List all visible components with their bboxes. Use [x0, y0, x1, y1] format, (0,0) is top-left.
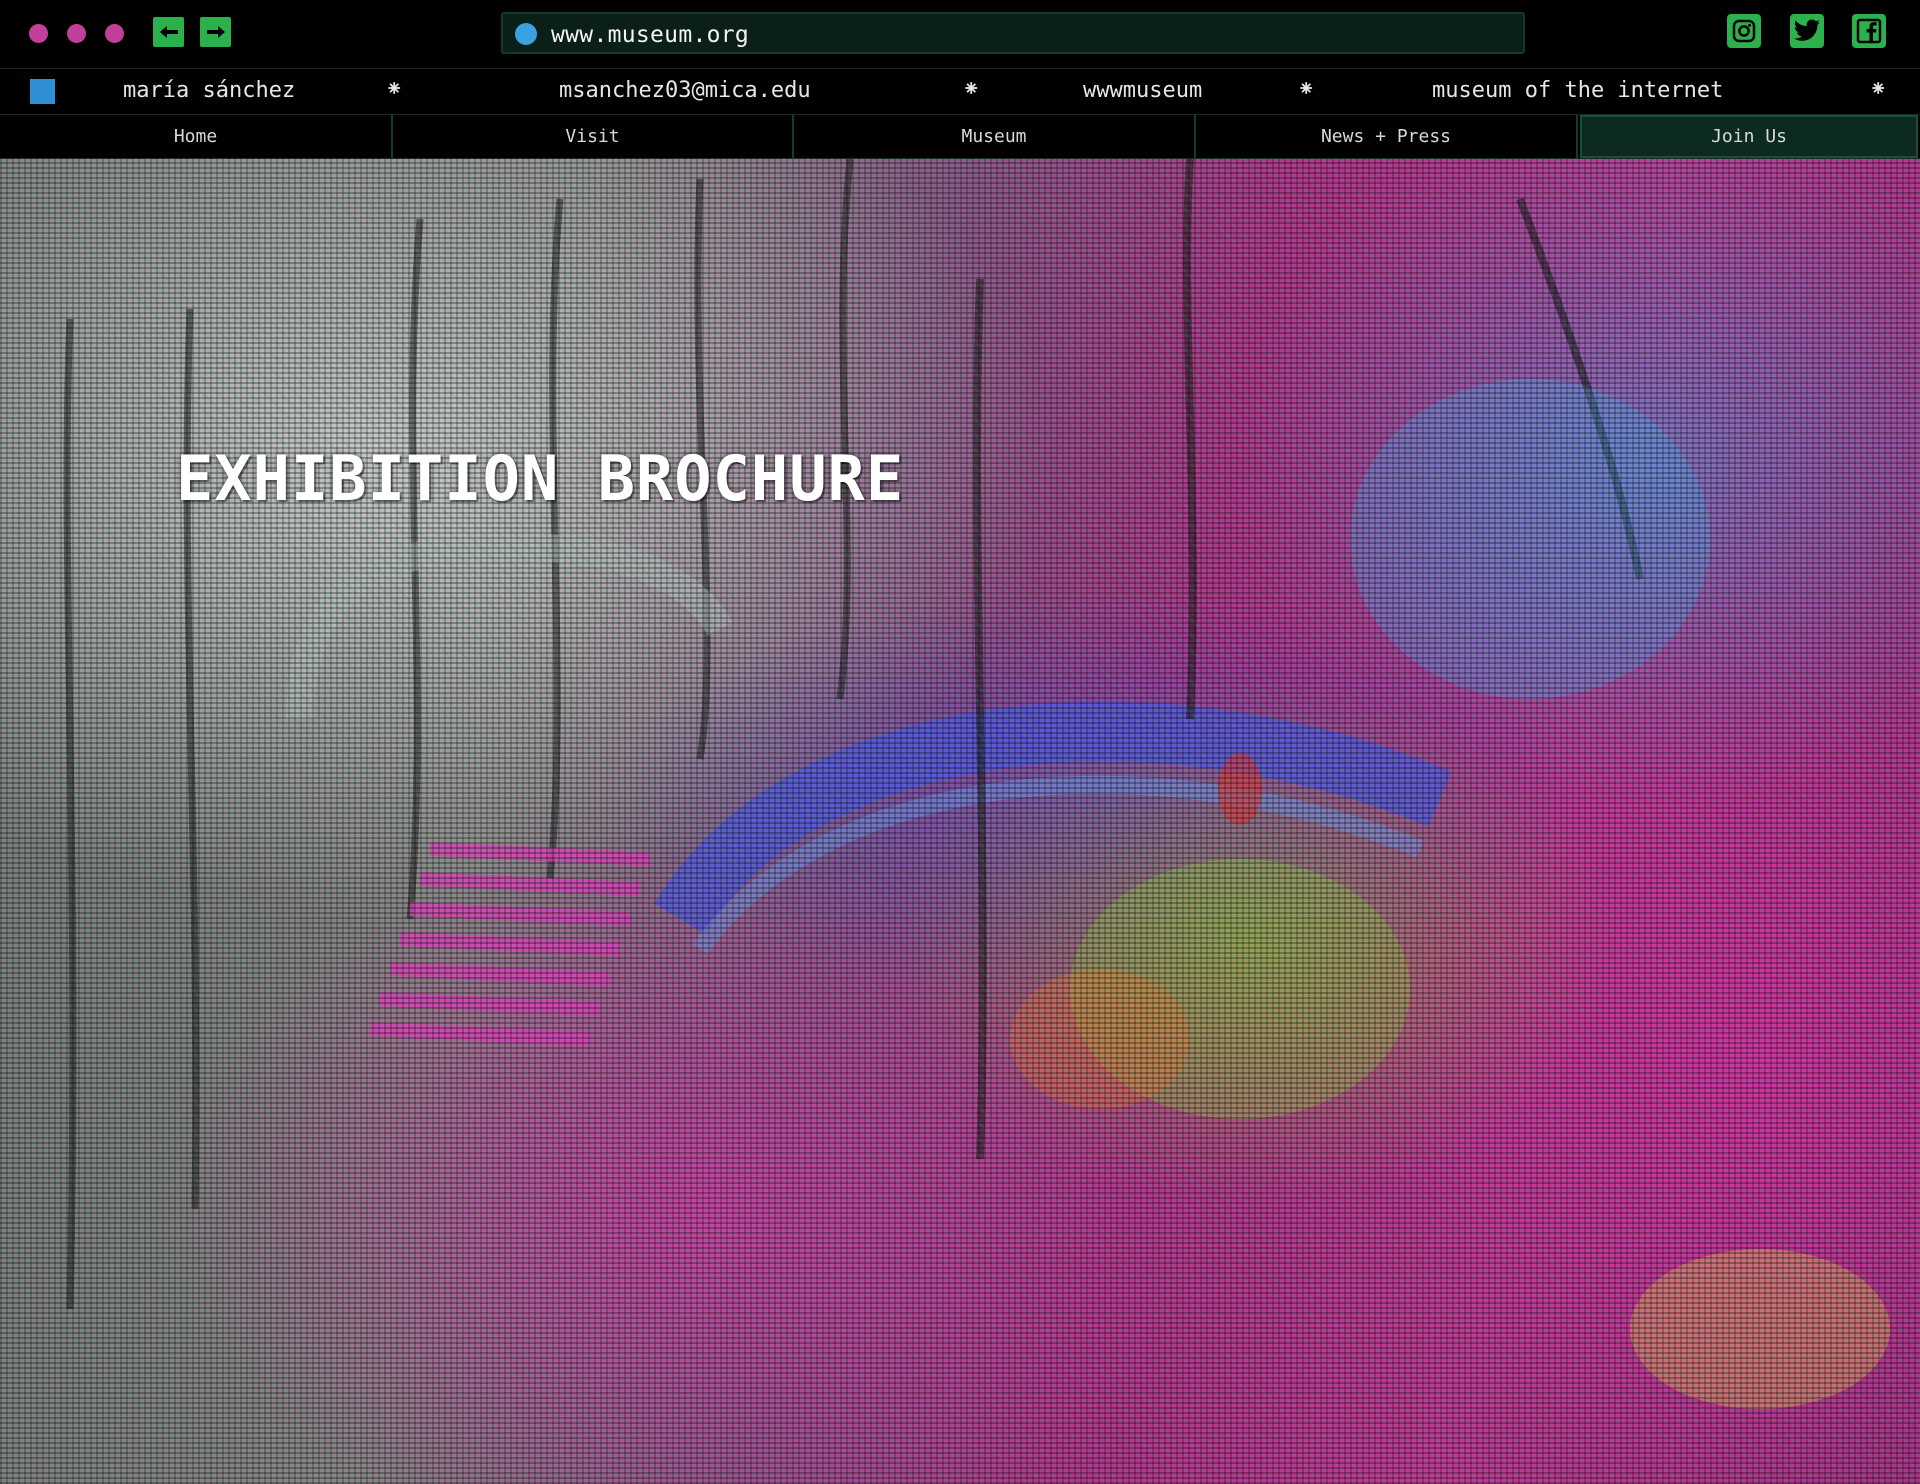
info-strip: maría sánchez ⁕ msanchez03@mica.edu ⁕ ww… — [0, 69, 1920, 115]
site-status-icon — [515, 23, 537, 45]
address-bar[interactable]: www.museum.org — [501, 12, 1525, 54]
window-maximize-button[interactable] — [105, 24, 124, 43]
separator-star: ⁕ — [1869, 77, 1888, 102]
nav-museum[interactable]: Museum — [794, 115, 1196, 158]
user-name: maría sánchez — [123, 78, 296, 103]
page-title: EXHIBITION BROCHURE — [176, 442, 905, 515]
separator-star: ⁕ — [1297, 77, 1316, 102]
back-button[interactable] — [153, 17, 184, 47]
separator-star: ⁕ — [962, 77, 981, 102]
facebook-icon — [1856, 18, 1882, 44]
url-text[interactable]: www.museum.org — [551, 22, 749, 48]
user-email[interactable]: msanchez03@mica.edu — [559, 78, 811, 103]
site-handle[interactable]: wwwmuseum — [1083, 78, 1202, 103]
brand-square — [30, 79, 55, 104]
forward-button[interactable] — [200, 17, 231, 47]
window-close-button[interactable] — [29, 24, 48, 43]
twitter-link[interactable] — [1790, 14, 1824, 48]
window-minimize-button[interactable] — [67, 24, 86, 43]
forward-arrow-icon — [206, 26, 225, 38]
site-title: museum of the internet — [1432, 78, 1724, 103]
nav-visit[interactable]: Visit — [393, 115, 794, 158]
main-nav: Home Visit Museum News + Press Join Us — [0, 115, 1920, 159]
hero-image: EXHIBITION BROCHURE — [0, 159, 1920, 1484]
instagram-icon — [1732, 19, 1756, 43]
back-arrow-icon — [159, 26, 178, 38]
hero-noise-overlay — [0, 159, 1920, 1484]
facebook-link[interactable] — [1852, 14, 1886, 48]
instagram-link[interactable] — [1727, 14, 1761, 48]
nav-news-press[interactable]: News + Press — [1196, 115, 1578, 158]
separator-star: ⁕ — [385, 77, 404, 102]
twitter-icon — [1793, 19, 1820, 41]
nav-join-us[interactable]: Join Us — [1580, 115, 1918, 158]
nav-home[interactable]: Home — [0, 115, 393, 158]
browser-toolbar: www.museum.org — [0, 0, 1920, 69]
